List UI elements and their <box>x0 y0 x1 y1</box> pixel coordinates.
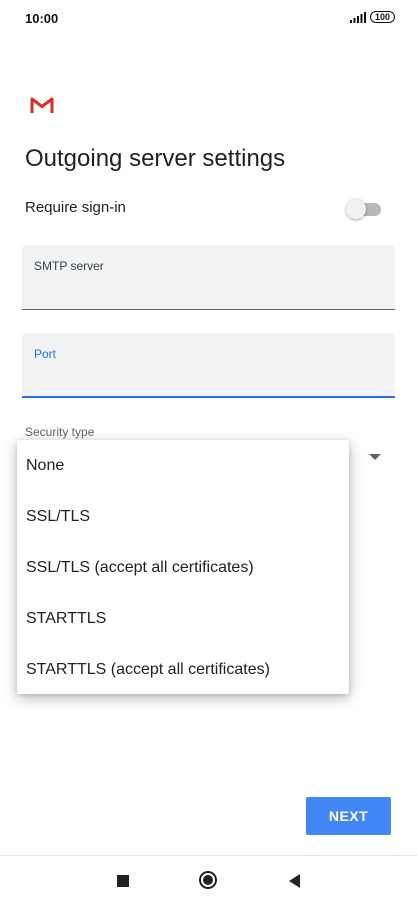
require-signin-toggle[interactable] <box>346 199 381 219</box>
status-icons: 100 <box>349 11 395 23</box>
smtp-server-label: SMTP server <box>34 259 104 273</box>
signal-icon <box>349 11 366 23</box>
security-option-starttls-accept-all[interactable]: STARTTLS (accept all certificates) <box>17 644 349 695</box>
security-option-none[interactable]: None <box>17 440 349 491</box>
security-type-label: Security type <box>25 425 95 439</box>
recents-icon[interactable] <box>117 875 129 887</box>
status-bar: 10:00 100 <box>0 0 417 36</box>
dropdown-arrow-icon[interactable] <box>369 454 381 460</box>
smtp-server-field[interactable]: SMTP server <box>22 245 395 310</box>
back-icon[interactable] <box>289 874 300 888</box>
battery-icon: 100 <box>369 11 395 23</box>
home-icon[interactable] <box>199 871 217 889</box>
navigation-bar <box>0 855 417 904</box>
security-option-starttls[interactable]: STARTTLS <box>17 593 349 644</box>
security-option-ssl-tls-accept-all[interactable]: SSL/TLS (accept all certificates) <box>17 542 349 593</box>
port-label: Port <box>34 347 57 361</box>
require-signin-label: Require sign-in <box>25 199 126 216</box>
port-field[interactable]: Port <box>22 333 395 398</box>
status-time: 10:00 <box>25 11 59 26</box>
next-button[interactable]: NEXT <box>306 797 391 835</box>
security-option-ssl-tls[interactable]: SSL/TLS <box>17 491 349 542</box>
page-title: Outgoing server settings <box>25 145 286 172</box>
gmail-logo-icon <box>30 97 54 113</box>
toggle-thumb <box>346 199 366 219</box>
security-type-menu: None SSL/TLS SSL/TLS (accept all certifi… <box>17 440 349 694</box>
require-signin-row: Require sign-in <box>25 199 382 219</box>
